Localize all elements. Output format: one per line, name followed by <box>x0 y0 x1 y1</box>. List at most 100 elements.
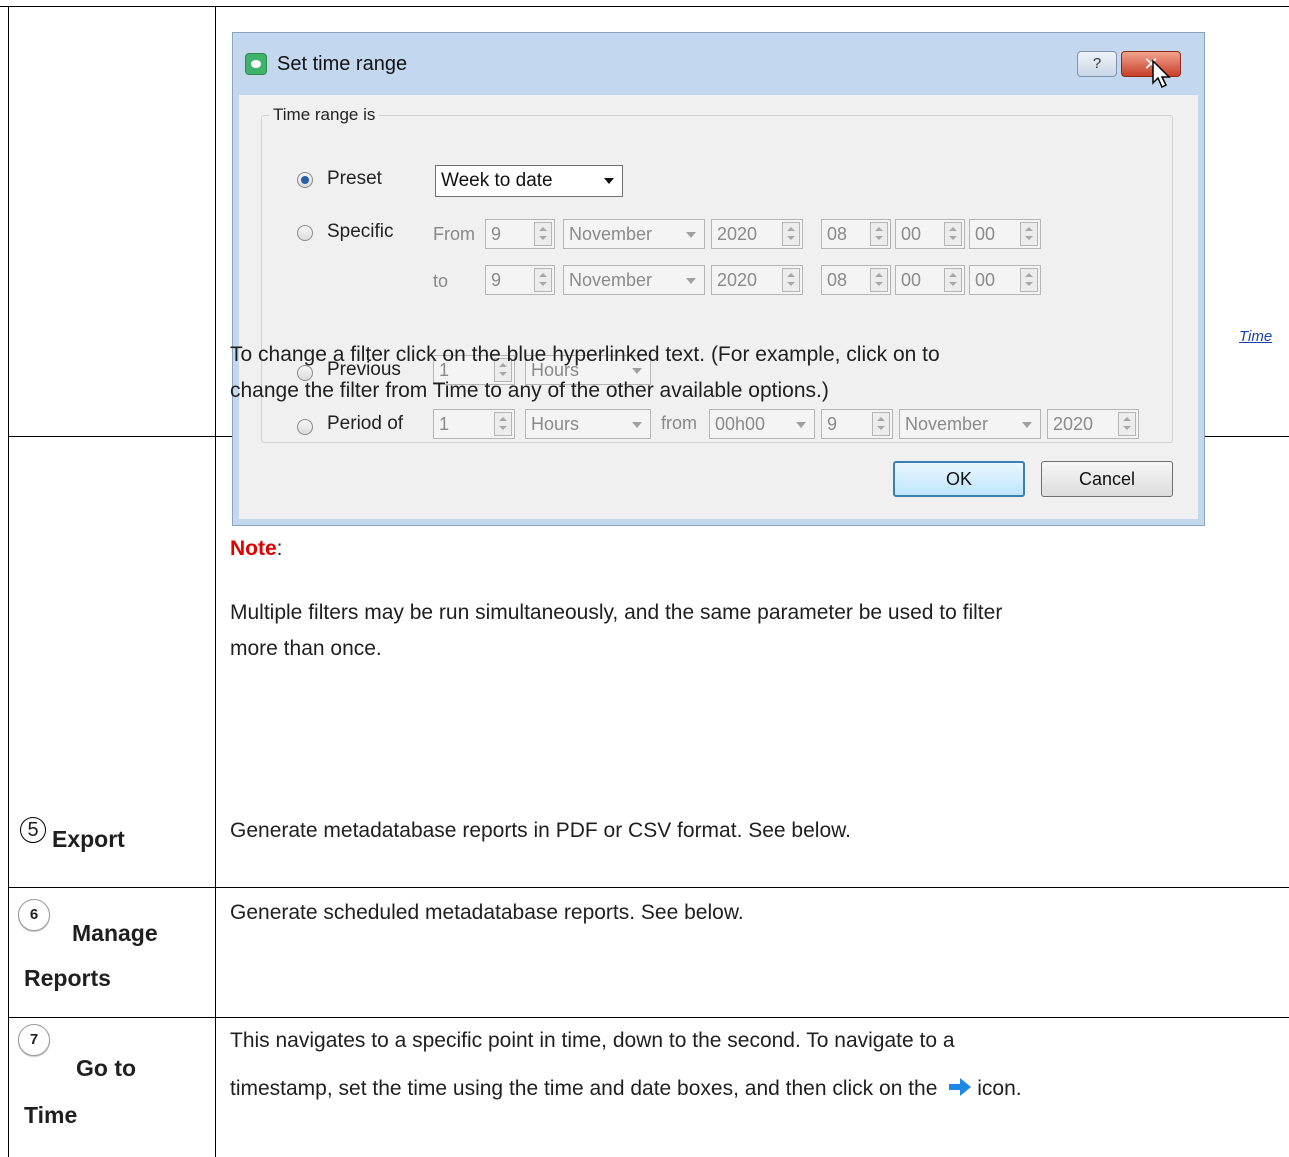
note-paragraph-2-line-2: change the filter from Time to any of th… <box>230 379 829 402</box>
to-year-value: 2020 <box>717 270 758 290</box>
row-description-goto-suffix: icon. <box>977 1077 1022 1100</box>
row-title-export: Export <box>52 826 125 852</box>
time-filter-link[interactable]: Time <box>1239 328 1272 345</box>
table-column-divider <box>215 6 216 1157</box>
row-title-goto-line-1: Go to <box>76 1055 137 1081</box>
period-day-value: 9 <box>827 414 838 434</box>
note-colon: : <box>276 537 283 560</box>
note-label: Note <box>230 537 277 560</box>
preset-select[interactable]: Week to date <box>435 165 623 197</box>
from-second-value: 00 <box>975 224 996 244</box>
row-description-export: Generate metadatabase reports in PDF or … <box>230 819 851 842</box>
row-title-goto-line-2: Time <box>24 1102 78 1128</box>
row-description-goto-text: timestamp, set the time using the time a… <box>230 1077 938 1100</box>
to-month-select[interactable]: November <box>563 265 705 295</box>
chevron-down-icon <box>1022 422 1032 428</box>
preset-radio[interactable] <box>297 172 313 188</box>
chevron-down-icon <box>796 422 806 428</box>
spin-arrows-icon[interactable] <box>870 268 888 292</box>
to-month-value: November <box>569 270 653 290</box>
preset-label: Preset <box>327 168 382 189</box>
from-year-spin[interactable]: 2020 <box>711 219 803 249</box>
group-label: Time range is <box>269 105 380 125</box>
chevron-down-icon <box>632 422 642 428</box>
specific-label: Specific <box>327 221 394 242</box>
to-second-spin[interactable]: 00 <box>969 265 1041 295</box>
set-time-range-dialog: Set time range ? ✕ Time range is Preset … <box>232 32 1205 526</box>
from-label: From <box>433 224 475 244</box>
table-border-top <box>0 6 1289 7</box>
preset-select-value: Week to date <box>441 170 553 191</box>
specific-radio[interactable] <box>297 225 313 241</box>
spin-arrows-icon[interactable] <box>1020 222 1038 246</box>
spin-arrows-icon[interactable] <box>872 412 890 436</box>
dialog-titlebar: Set time range ? ✕ <box>233 33 1204 95</box>
table-row-divider-3 <box>8 1017 1289 1018</box>
step-number-badge: 7 <box>18 1024 50 1056</box>
to-year-spin[interactable]: 2020 <box>711 265 803 295</box>
period-unit-select[interactable]: Hours <box>525 409 651 439</box>
to-day-value: 9 <box>491 270 502 290</box>
help-button[interactable]: ? <box>1077 51 1117 77</box>
step-number-badge: 5 <box>20 817 46 843</box>
row-description-goto-line-1: This navigates to a specific point in ti… <box>230 1029 955 1052</box>
period-time-select[interactable]: 00h00 <box>709 409 815 439</box>
arrow-right-icon <box>949 1078 972 1096</box>
note-heading: Note: <box>230 532 283 566</box>
period-count-value: 1 <box>439 414 450 434</box>
from-hour-spin[interactable]: 08 <box>821 219 891 249</box>
note-paragraph-2-line-1: To change a filter click on the blue hyp… <box>230 343 940 366</box>
table-row-divider-2 <box>8 887 1289 888</box>
period-of-radio[interactable] <box>297 419 313 435</box>
spin-arrows-icon[interactable] <box>1020 268 1038 292</box>
to-hour-value: 08 <box>827 270 848 290</box>
to-day-spin[interactable]: 9 <box>485 265 555 295</box>
period-year-value: 2020 <box>1053 414 1094 434</box>
from-month-value: November <box>569 224 653 244</box>
period-from-label: from <box>661 413 697 433</box>
from-day-spin[interactable]: 9 <box>485 219 555 249</box>
dialog-title: Set time range <box>277 53 408 75</box>
ok-button[interactable]: OK <box>893 461 1025 497</box>
period-day-spin[interactable]: 9 <box>821 409 893 439</box>
from-day-value: 9 <box>491 224 502 244</box>
table-border-left <box>8 6 9 1157</box>
spin-arrows-icon[interactable] <box>534 268 552 292</box>
to-label: to <box>433 271 449 291</box>
dialog-body: Time range is Preset Week to date Specif… <box>239 95 1198 519</box>
step-number-badge: 6 <box>18 899 50 931</box>
row-title-manage-line-2: Reports <box>24 965 111 991</box>
to-minute-value: 00 <box>901 270 922 290</box>
from-hour-value: 08 <box>827 224 848 244</box>
eye-icon <box>245 53 267 75</box>
chevron-down-icon <box>686 232 696 238</box>
spin-arrows-icon[interactable] <box>494 412 512 436</box>
spin-arrows-icon[interactable] <box>944 222 962 246</box>
spin-arrows-icon[interactable] <box>1118 412 1136 436</box>
spin-arrows-icon[interactable] <box>870 222 888 246</box>
row-description-manage: Generate scheduled metadatabase reports.… <box>230 901 744 924</box>
period-count-spin[interactable]: 1 <box>433 409 515 439</box>
spin-arrows-icon[interactable] <box>534 222 552 246</box>
period-unit-value: Hours <box>531 414 580 434</box>
spin-arrows-icon[interactable] <box>782 222 800 246</box>
row-description-goto-line-2: timestamp, set the time using the time a… <box>230 1072 1022 1106</box>
chevron-down-icon <box>604 178 614 184</box>
to-minute-spin[interactable]: 00 <box>895 265 965 295</box>
period-year-spin[interactable]: 2020 <box>1047 409 1139 439</box>
spin-arrows-icon[interactable] <box>782 268 800 292</box>
period-of-label: Period of <box>327 413 404 434</box>
to-hour-spin[interactable]: 08 <box>821 265 891 295</box>
chevron-down-icon <box>686 278 696 284</box>
cancel-button[interactable]: Cancel <box>1041 461 1173 497</box>
from-minute-spin[interactable]: 00 <box>895 219 965 249</box>
mouse-cursor-icon <box>1152 59 1171 89</box>
from-month-select[interactable]: November <box>563 219 705 249</box>
from-minute-value: 00 <box>901 224 922 244</box>
spin-arrows-icon[interactable] <box>944 268 962 292</box>
to-second-value: 00 <box>975 270 996 290</box>
period-month-select[interactable]: November <box>899 409 1041 439</box>
note-paragraph-1-line-2: more than once. <box>230 637 382 660</box>
from-second-spin[interactable]: 00 <box>969 219 1041 249</box>
period-time-value: 00h00 <box>715 414 766 434</box>
